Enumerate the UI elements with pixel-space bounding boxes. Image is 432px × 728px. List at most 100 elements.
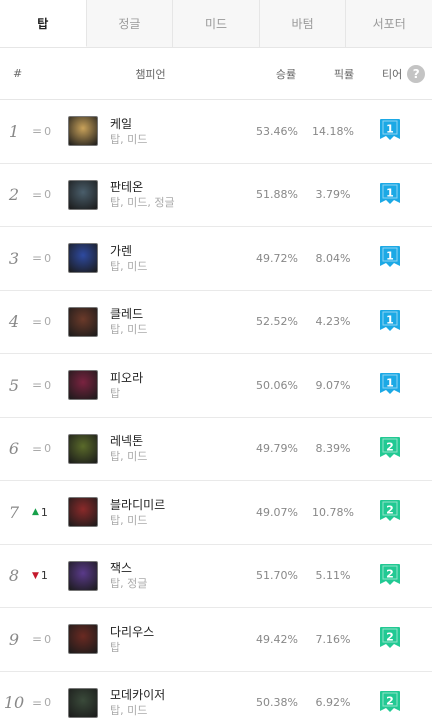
champion-positions: 탑, 미드 (110, 259, 148, 273)
champion-portrait[interactable] (68, 116, 98, 147)
champion-portrait[interactable] (68, 687, 98, 718)
champion-portrait[interactable] (68, 433, 98, 464)
champion-info: 다리우스 탑 (110, 624, 250, 655)
winrate-value: 52.52% (256, 315, 298, 329)
champion-portrait[interactable] (68, 243, 98, 274)
champion-positions: 탑, 미드 (110, 513, 148, 527)
rank-number: 7 (8, 502, 20, 522)
champion-name[interactable]: 다리우스 (110, 624, 250, 640)
rank-number: 1 (8, 121, 20, 141)
champion-list: 1 = 0 케일 탑, 미드 53.46% 14.18% 1 2 = 0 판테온 탑, 미드, 정글 51… (0, 100, 432, 728)
rank-change: = 0 (28, 188, 56, 202)
header-rank: # (13, 67, 23, 80)
pickrate-value: 5.11% (315, 569, 351, 583)
table-row[interactable]: 5 = 0 피오라 탑 50.06% 9.07% 1 (0, 354, 432, 418)
tab-support[interactable]: 서포터 (346, 0, 432, 47)
rank-change: = 0 (28, 696, 56, 710)
tier-badge: 1 (359, 118, 415, 144)
winrate-value: 49.07% (256, 505, 298, 519)
tier-badge: 1 (359, 182, 415, 208)
rank-same-icon: = (32, 695, 43, 710)
tier-badge-icon: 2 (380, 627, 400, 649)
champion-name[interactable]: 잭스 (110, 560, 250, 576)
rank-change-value: 0 (44, 378, 52, 392)
rank-change: = 0 (28, 315, 56, 329)
table-row[interactable]: 7 ▲ 1 블라디미르 탑, 미드 49.07% 10.78% 2 (0, 481, 432, 545)
rank-change-value: 0 (44, 442, 52, 456)
champion-name[interactable]: 케일 (110, 116, 250, 132)
table-row[interactable]: 2 = 0 판테온 탑, 미드, 정글 51.88% 3.79% 1 (0, 164, 432, 227)
rank-number: 8 (8, 566, 20, 586)
tier-badge-icon: 2 (380, 436, 400, 458)
tier-number: 1 (386, 186, 394, 199)
header-winrate[interactable]: 승률 (261, 66, 311, 82)
champion-positions: 탑, 미드 (110, 323, 148, 337)
table-row[interactable]: 1 = 0 케일 탑, 미드 53.46% 14.18% 1 (0, 100, 432, 164)
tier-badge: 2 (359, 563, 415, 589)
table-row[interactable]: 6 = 0 레넥톤 탑, 미드 49.79% 8.39% 2 (0, 418, 432, 481)
rank-change-value: 0 (44, 315, 52, 329)
rank-up-icon: ▲ (32, 507, 39, 518)
champion-name[interactable]: 블라디미르 (110, 497, 250, 513)
tier-badge: 1 (359, 245, 415, 271)
help-icon[interactable]: ? (407, 64, 426, 83)
tier-badge: 2 (359, 690, 415, 716)
rank-change: ▼ 1 (28, 569, 56, 582)
rank-change: = 0 (28, 378, 56, 392)
tab-jungle[interactable]: 정글 (87, 0, 174, 47)
tier-badge-icon: 2 (380, 690, 400, 712)
champion-portrait[interactable] (68, 306, 98, 337)
rank-change-value: 0 (44, 188, 52, 202)
tier-number: 2 (386, 567, 394, 580)
header-tier[interactable]: 티어 ? (376, 64, 432, 83)
header-champion: 챔피언 (135, 67, 166, 81)
tab-mid[interactable]: 미드 (173, 0, 260, 47)
header-pickrate[interactable]: 픽률 (318, 66, 370, 82)
tier-badge: 2 (359, 499, 415, 525)
tier-badge: 2 (359, 436, 415, 462)
rank-change-value: 1 (40, 569, 48, 583)
winrate-value: 51.88% (256, 188, 298, 202)
champion-portrait[interactable] (68, 624, 98, 655)
tier-badge-icon: 1 (380, 309, 400, 331)
champion-name[interactable]: 판테온 (110, 179, 250, 195)
rank-same-icon: = (32, 124, 43, 139)
champion-name[interactable]: 레넥톤 (110, 433, 250, 449)
champion-positions: 탑, 정글 (110, 577, 148, 591)
champion-name[interactable]: 가렌 (110, 243, 250, 259)
table-row[interactable]: 9 = 0 다리우스 탑 49.42% 7.16% 2 (0, 608, 432, 672)
champion-info: 판테온 탑, 미드, 정글 (110, 179, 250, 210)
champion-portrait[interactable] (68, 560, 98, 591)
tier-badge: 2 (359, 626, 415, 652)
champion-info: 피오라 탑 (110, 370, 250, 401)
pickrate-value: 14.18% (312, 124, 354, 138)
pickrate-value: 3.79% (315, 188, 351, 202)
champion-positions: 탑, 미드 (110, 450, 148, 464)
tab-bottom[interactable]: 바텀 (260, 0, 347, 47)
table-row[interactable]: 3 = 0 가렌 탑, 미드 49.72% 8.04% 1 (0, 227, 432, 291)
tier-number: 1 (386, 250, 394, 263)
champion-portrait[interactable] (68, 497, 98, 528)
rank-number: 6 (8, 439, 20, 459)
tier-number: 1 (386, 377, 394, 390)
rank-change: ▲ 1 (28, 506, 56, 519)
champion-positions: 탑, 미드 (110, 132, 148, 146)
champion-portrait[interactable] (68, 179, 98, 210)
champion-info: 케일 탑, 미드 (110, 116, 250, 147)
champion-positions: 탑, 미드 (110, 704, 148, 718)
pickrate-value: 9.07% (315, 378, 351, 392)
rank-change-value: 1 (40, 505, 48, 519)
champion-name[interactable]: 클레드 (110, 306, 250, 322)
pickrate-value: 6.92% (315, 696, 351, 710)
rank-same-icon: = (32, 187, 43, 202)
champion-name[interactable]: 모데카이저 (110, 687, 250, 703)
winrate-value: 49.42% (256, 632, 298, 646)
tab-top[interactable]: 탑 (0, 0, 87, 47)
champion-name[interactable]: 피오라 (110, 370, 250, 386)
table-row[interactable]: 8 ▼ 1 잭스 탑, 정글 51.70% 5.11% 2 (0, 545, 432, 608)
champion-portrait[interactable] (68, 370, 98, 401)
champion-info: 모데카이저 탑, 미드 (110, 687, 250, 718)
table-row[interactable]: 4 = 0 클레드 탑, 미드 52.52% 4.23% 1 (0, 291, 432, 354)
table-row[interactable]: 10 = 0 모데카이저 탑, 미드 50.38% 6.92% 2 (0, 672, 432, 728)
rank-number: 10 (3, 693, 25, 713)
